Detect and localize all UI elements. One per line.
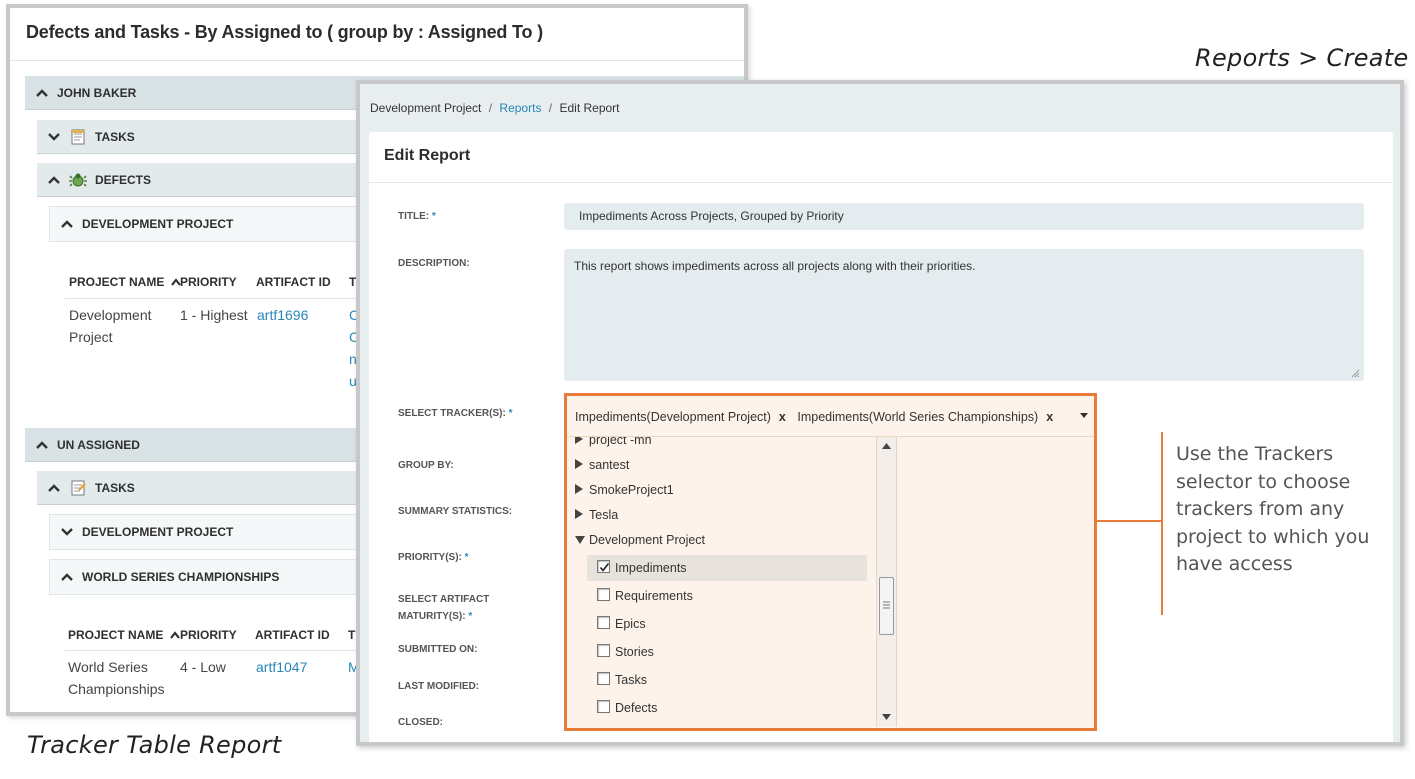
chevron-up-icon bbox=[35, 88, 57, 98]
artifact-link[interactable]: artf1047 bbox=[256, 656, 307, 678]
tracker-tree: project -mn santest SmokeProject1 Tesla … bbox=[567, 437, 897, 727]
chevron-down-icon bbox=[60, 527, 82, 537]
artifact-link[interactable]: artf1696 bbox=[257, 304, 308, 326]
chevron-down-icon bbox=[47, 132, 69, 142]
cell-priority: 4 - Low bbox=[180, 659, 226, 675]
group-label: TASKS bbox=[95, 129, 135, 144]
group-label: JOHN BAKER bbox=[57, 85, 137, 100]
col-title[interactable]: T bbox=[348, 628, 355, 642]
caption-reports-create: Reports > Create bbox=[1195, 44, 1409, 72]
group-label: TASKS bbox=[95, 480, 135, 495]
summary-statistics-label: SUMMARY STATISTICS: bbox=[398, 506, 513, 517]
group-by-label: GROUP BY: bbox=[398, 460, 454, 471]
last-modified-label: LAST MODIFIED: bbox=[398, 681, 480, 692]
submitted-on-label: SUBMITTED ON: bbox=[398, 644, 478, 655]
chevron-up-icon bbox=[60, 572, 82, 582]
tree-scrollbar[interactable] bbox=[876, 437, 896, 727]
caret-down-icon[interactable] bbox=[1080, 410, 1088, 420]
chevron-up-icon bbox=[47, 175, 69, 185]
group-label: DEVELOPMENT PROJECT bbox=[82, 217, 234, 231]
group-label: WORLD SERIES CHAMPIONSHIPS bbox=[82, 570, 280, 584]
tracker-option-epics[interactable]: Epics bbox=[587, 611, 867, 637]
closed-label: CLOSED: bbox=[398, 717, 443, 728]
tracker-option-tasks[interactable]: Tasks bbox=[587, 667, 867, 693]
callout-text: Use the Trackers selector to choose trac… bbox=[1176, 443, 1370, 575]
selected-trackers: Impediments(Development Project) x Impedi… bbox=[575, 410, 1061, 424]
cell-project: World Series Championships bbox=[68, 659, 165, 697]
tracker-option-requirements[interactable]: Requirements bbox=[587, 583, 867, 609]
triangle-down-icon bbox=[575, 536, 589, 547]
chevron-up-icon bbox=[47, 483, 69, 493]
description-label: DESCRIPTION: bbox=[398, 258, 470, 269]
col-priority[interactable]: PRIORITY bbox=[180, 275, 237, 289]
tracker-option-defects[interactable]: Defects bbox=[587, 695, 867, 721]
title-label: TITLE: * bbox=[398, 211, 436, 222]
chevron-up-icon bbox=[60, 219, 82, 229]
breadcrumb-current: Edit Report bbox=[559, 101, 620, 115]
report-title: Defects and Tasks - By Assigned to ( gro… bbox=[26, 22, 543, 42]
page-title: Edit Report bbox=[384, 147, 471, 164]
tree-node[interactable]: Tesla bbox=[575, 508, 618, 522]
caption-tracker-table: Tracker Table Report bbox=[27, 731, 282, 759]
group-label: DEVELOPMENT PROJECT bbox=[82, 525, 234, 539]
scroll-thumb[interactable] bbox=[879, 577, 894, 635]
task-icon bbox=[69, 128, 89, 146]
artifact-maturity-label: SELECT ARTIFACT MATURITY(S): * bbox=[398, 594, 490, 622]
checkbox[interactable] bbox=[597, 643, 610, 657]
triangle-right-icon bbox=[575, 484, 589, 497]
scroll-up-icon[interactable] bbox=[882, 441, 891, 451]
checkbox[interactable] bbox=[597, 671, 610, 685]
scroll-down-icon[interactable] bbox=[882, 712, 891, 722]
breadcrumb: Development Project / Reports / Edit Rep… bbox=[370, 101, 620, 115]
group-label: UN ASSIGNED bbox=[57, 437, 140, 452]
description-textarea[interactable]: This report shows impediments across all… bbox=[564, 249, 1364, 381]
priority-label: PRIORITY(S): * bbox=[398, 552, 469, 563]
checkbox-checked[interactable] bbox=[597, 559, 610, 573]
tree-node-expanded[interactable]: Development Project bbox=[575, 533, 705, 547]
col-priority[interactable]: PRIORITY bbox=[180, 628, 237, 642]
remove-tag-icon[interactable]: x bbox=[779, 410, 786, 424]
callout-bracket bbox=[1161, 432, 1163, 615]
cell-priority: 1 - Highest bbox=[180, 307, 248, 323]
title-input[interactable]: Impediments Across Projects, Grouped by … bbox=[564, 203, 1364, 230]
col-artifact-id[interactable]: ARTIFACT ID bbox=[255, 628, 330, 642]
tracker-option-impediments[interactable]: Impediments bbox=[587, 555, 867, 581]
col-project-name[interactable]: PROJECT NAME bbox=[68, 628, 180, 642]
chevron-up-icon bbox=[35, 440, 57, 450]
tracker-selector[interactable]: Impediments(Development Project) x Impedi… bbox=[564, 393, 1097, 731]
tracker-tag: Impediments(World Series Championships) bbox=[797, 410, 1039, 424]
sort-up-icon bbox=[169, 628, 180, 642]
tree-node[interactable]: santest bbox=[575, 458, 629, 472]
checkbox[interactable] bbox=[597, 615, 610, 629]
callout-connector bbox=[1097, 520, 1161, 522]
bug-icon bbox=[69, 171, 89, 189]
checkbox[interactable] bbox=[597, 587, 610, 601]
tree-node[interactable]: SmokeProject1 bbox=[575, 483, 674, 497]
tracker-option-stories[interactable]: Stories bbox=[587, 639, 867, 665]
breadcrumb-project[interactable]: Development Project bbox=[370, 101, 481, 115]
col-project-name[interactable]: PROJECT NAME bbox=[69, 275, 181, 289]
resize-grip-icon[interactable] bbox=[1350, 367, 1360, 378]
tracker-tag: Impediments(Development Project) bbox=[575, 410, 771, 424]
triangle-right-icon bbox=[575, 509, 589, 522]
header-divider bbox=[369, 182, 1393, 183]
trackers-label: SELECT TRACKER(S): * bbox=[398, 408, 513, 419]
breadcrumb-reports-link[interactable]: Reports bbox=[499, 101, 541, 115]
title-divider bbox=[10, 60, 744, 61]
cell-project: Development Project bbox=[69, 307, 152, 345]
task-icon bbox=[69, 479, 89, 497]
triangle-right-icon bbox=[575, 459, 589, 472]
checkbox[interactable] bbox=[597, 699, 610, 713]
col-artifact-id[interactable]: ARTIFACT ID bbox=[256, 275, 331, 289]
remove-tag-icon[interactable]: x bbox=[1046, 410, 1053, 424]
triangle-right-icon bbox=[575, 437, 589, 447]
tree-node[interactable]: project -mn bbox=[575, 437, 652, 447]
group-label: DEFECTS bbox=[95, 172, 152, 187]
